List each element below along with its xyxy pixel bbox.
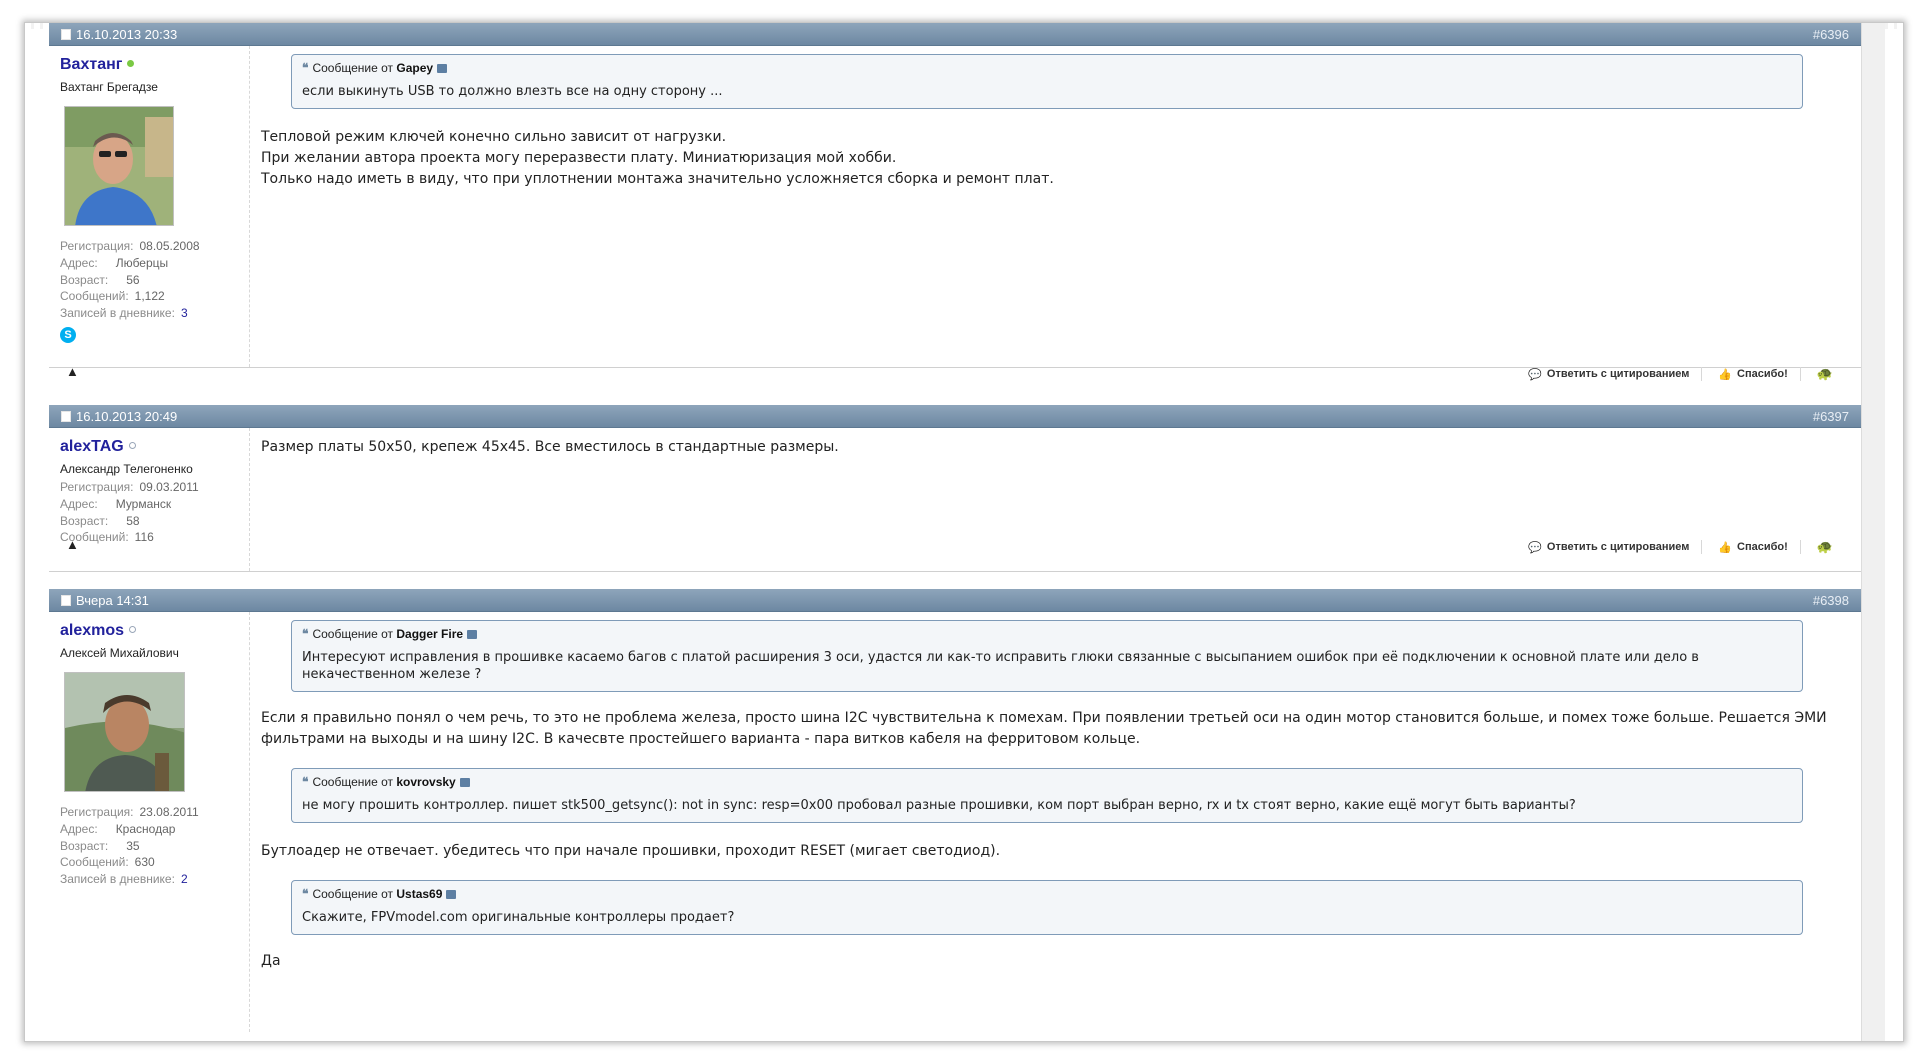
username-link[interactable]: alexTAG (60, 438, 124, 455)
post-number-link[interactable]: #6397 (1813, 405, 1849, 428)
post-text: Если я правильно понял о чем речь, то эт… (261, 710, 1827, 747)
username-link[interactable]: alexmos (60, 622, 124, 639)
quote-block: ❝ Сообщение от Gapey если выкинуть USB то… (291, 54, 1803, 109)
offline-status-icon (129, 626, 137, 633)
post: 16.10.2013 20:33 #6396 Вахтанг Вахтанг Б… (49, 23, 1861, 381)
post-date-icon (61, 595, 71, 606)
scrollbar[interactable] (1861, 23, 1885, 1041)
quote-icon: ❝ (302, 61, 309, 75)
separator (1799, 540, 1801, 554)
post-header: 16.10.2013 20:33 #6396 (49, 23, 1861, 46)
post-date: Вчера 14:31 (61, 589, 149, 612)
post-number-link[interactable]: #6396 (1813, 23, 1849, 46)
post-text: Бутлоадер не отвечает. убедитесь что при… (261, 843, 1001, 859)
quote-bubble-icon: 💬 (1528, 368, 1542, 381)
warning-triangle-icon[interactable]: ▲ (66, 537, 79, 552)
post-date: 16.10.2013 20:49 (61, 405, 177, 428)
post-list: 16.10.2013 20:33 #6396 Вахтанг Вахтанг Б… (49, 23, 1861, 1032)
post-footer: ▲ 💬 Ответить с цитированием 👍 Спасибо! 🐢 (49, 532, 1861, 562)
view-post-icon[interactable] (437, 64, 448, 73)
online-status-icon (127, 60, 135, 67)
quote-block: ❝ Сообщение от kovrovsky не могу прошить … (291, 768, 1803, 823)
quote-block: ❝ Сообщение от Ustas69 Скажите, FPVmodel.… (291, 880, 1803, 935)
post-body: Вахтанг Вахтанг Брегадзе Регистрация: 08… (49, 46, 1861, 367)
quote-header: ❝ Сообщение от Dagger Fire (302, 626, 1792, 643)
quote-author: Dagger Fire (396, 627, 464, 641)
post-actions: 💬 Ответить с цитированием 👍 Спасибо! 🐢 (1512, 366, 1833, 382)
post: 16.10.2013 20:49 #6397 alexTAG Александр… (49, 405, 1861, 572)
post-message: ❝ Сообщение от Dagger Fire Интересуют исп… (250, 612, 1861, 1032)
post-gap (49, 572, 1861, 589)
quote-icon: ❝ (302, 775, 309, 789)
quote-header: ❝ Сообщение от kovrovsky (302, 774, 1792, 791)
screenshot-frame: 16.10.2013 20:33 #6396 Вахтанг Вахтанг Б… (24, 22, 1904, 1042)
post-date-icon (61, 29, 71, 40)
user-stats: Регистрация: 23.08.2011 Адрес: Краснодар В… (60, 805, 199, 887)
user-realname: Вахтанг Брегадзе (60, 80, 158, 94)
user-realname: Алексей Михайлович (60, 646, 179, 660)
separator (1799, 367, 1801, 381)
quote-header: ❝ Сообщение от Gapey (302, 60, 1792, 77)
separator (1701, 367, 1703, 381)
skype-icon[interactable]: S (60, 326, 76, 343)
post-text: Размер платы 50х50, крепеж 45х45. Все вм… (261, 439, 839, 455)
quote-bubble-icon: 💬 (1528, 541, 1542, 554)
post-text: Да (261, 953, 281, 969)
post: Вчера 14:31 #6398 alexmos Алексей Михайл… (49, 589, 1861, 1032)
quote-block: ❝ Сообщение от Dagger Fire Интересуют исп… (291, 620, 1803, 692)
view-post-icon[interactable] (467, 630, 478, 639)
post-actions: 💬 Ответить с цитированием 👍 Спасибо! 🐢 (1512, 539, 1833, 555)
quote-text: если выкинуть USB то должно влезть все н… (302, 84, 723, 99)
turtle-icon[interactable]: 🐢 (1817, 366, 1833, 382)
post-header: 16.10.2013 20:49 #6397 (49, 405, 1861, 428)
reply-with-quote-button[interactable]: 💬 Ответить с цитированием (1528, 541, 1689, 554)
post-number-link[interactable]: #6398 (1813, 589, 1849, 612)
username-link[interactable]: Вахтанг (60, 56, 122, 73)
quote-text: Скажите, FPVmodel.com оригинальные контр… (302, 910, 735, 925)
view-post-icon[interactable] (459, 778, 470, 787)
thanks-button[interactable]: 👍 Спасибо! (1718, 368, 1787, 381)
post-message: ❝ Сообщение от Gapey если выкинуть USB то… (250, 46, 1861, 367)
user-info: alexmos Алексей Михайлович Регистрация: … (49, 612, 250, 1032)
user-realname: Александр Телегоненко (60, 462, 193, 476)
turtle-icon[interactable]: 🐢 (1817, 539, 1833, 555)
quote-author: Gapey (396, 61, 434, 75)
post-body: alexmos Алексей Михайлович Регистрация: … (49, 612, 1861, 1032)
offline-status-icon (128, 442, 136, 449)
quote-icon: ❝ (302, 627, 309, 641)
separator (1701, 540, 1703, 554)
post-date-icon (61, 411, 71, 422)
avatar[interactable] (64, 672, 185, 792)
quote-author: kovrovsky (396, 775, 456, 789)
post-header: Вчера 14:31 #6398 (49, 589, 1861, 612)
quote-author: Ustas69 (396, 887, 443, 901)
user-info: Вахтанг Вахтанг Брегадзе Регистрация: 08… (49, 46, 250, 367)
thumbs-up-icon: 👍 (1718, 541, 1733, 554)
view-post-icon[interactable] (446, 890, 457, 899)
diary-link[interactable]: 2 (181, 872, 188, 886)
diary-link[interactable]: 3 (181, 306, 188, 320)
quote-header: ❝ Сообщение от Ustas69 (302, 886, 1792, 903)
avatar-photo (65, 673, 184, 791)
avatar[interactable] (64, 106, 174, 226)
quote-text: не могу прошить контроллер. пишет stk500… (302, 798, 1576, 813)
quote-icon: ❝ (302, 887, 309, 901)
quote-text: Интересуют исправления в прошивке касаем… (302, 650, 1699, 682)
post-text: Тепловой режим ключей конечно сильно зав… (261, 129, 1054, 187)
avatar-photo (65, 107, 173, 225)
thanks-button[interactable]: 👍 Спасибо! (1718, 541, 1787, 554)
warning-triangle-icon[interactable]: ▲ (66, 364, 79, 379)
thumbs-up-icon: 👍 (1718, 368, 1733, 381)
post-date: 16.10.2013 20:33 (61, 23, 177, 46)
user-stats: Регистрация: 08.05.2008 Адрес: Люберцы Воз… (60, 239, 200, 321)
reply-with-quote-button[interactable]: 💬 Ответить с цитированием (1528, 368, 1689, 381)
post-footer: ▲ 💬 Ответить с цитированием 👍 Спасибо! 🐢 (49, 359, 1861, 389)
